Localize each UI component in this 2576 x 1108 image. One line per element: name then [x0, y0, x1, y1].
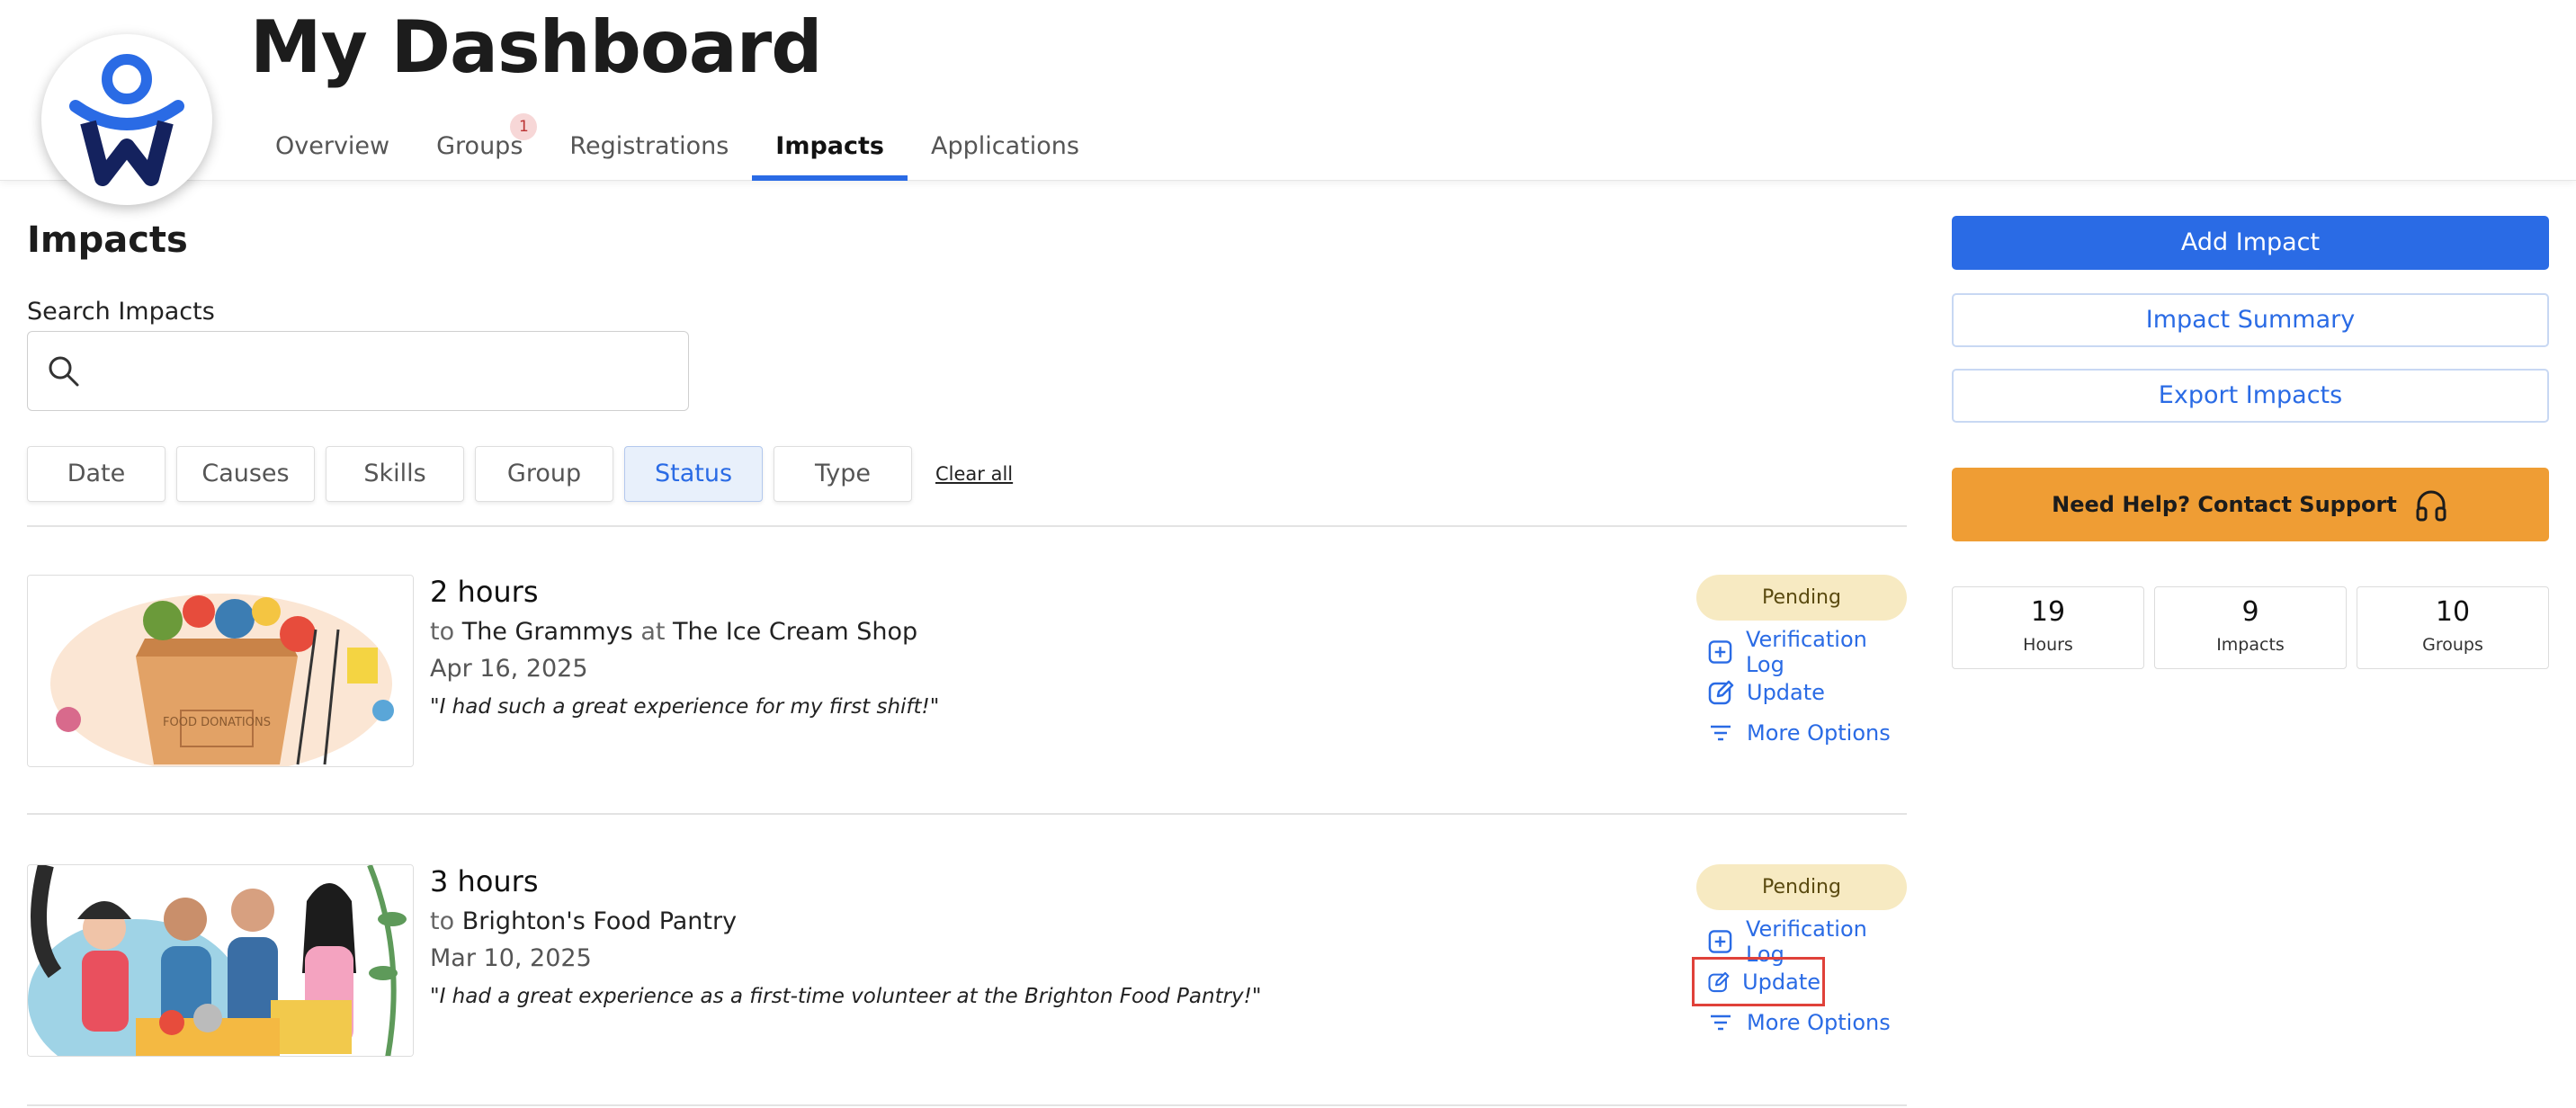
filter-status[interactable]: Status: [624, 446, 763, 502]
logo-mark-icon: [69, 54, 184, 186]
stat-value: 9: [2241, 596, 2259, 628]
at-prefix: at: [640, 618, 666, 646]
tab-label: Impacts: [775, 132, 885, 160]
filter-lines-icon: [1711, 1014, 1731, 1030]
impact-quote: "I had a great experience as a first-tim…: [430, 985, 1262, 1008]
action-label: Update: [1742, 969, 1820, 995]
impact-hours: 2 hours: [430, 575, 539, 609]
stat-value: 10: [2435, 596, 2471, 628]
update-button[interactable]: Update: [1696, 672, 1907, 712]
help-label: Need Help? Contact Support: [2052, 492, 2397, 517]
stat-groups: 10 Groups: [2357, 586, 2549, 669]
stat-value: 19: [2030, 596, 2066, 628]
action-label: Verification Log: [1745, 916, 1867, 967]
stat-impacts: 9 Impacts: [2154, 586, 2347, 669]
impact-actions: Pending Verification Log Update More Opt…: [1692, 864, 1907, 1042]
impact-details: 3 hours to Brighton's Food Pantry Mar 10…: [430, 864, 1261, 1008]
section-title: Impacts: [27, 219, 188, 261]
action-label: Verification Log: [1745, 626, 1867, 677]
header: My Dashboard Overview Groups 1 Registrati…: [0, 0, 2576, 181]
divider: [27, 813, 1907, 815]
tab-groups[interactable]: Groups 1: [413, 113, 546, 181]
impact-organization: to The Grammys at The Ice Cream Shop: [430, 618, 939, 646]
divider: [27, 1104, 1907, 1106]
more-options-button[interactable]: More Options: [1696, 712, 1907, 753]
update-button[interactable]: Update: [1692, 957, 1825, 1006]
search-box[interactable]: [27, 331, 689, 411]
impact-details: 2 hours to The Grammys at The Ice Cream …: [430, 575, 939, 719]
stat-label: Hours: [2023, 635, 2073, 655]
impact-card: 3 hours to Brighton's Food Pantry Mar 10…: [27, 864, 1907, 1057]
impact-hours: 3 hours: [430, 864, 539, 898]
app-logo[interactable]: [41, 34, 212, 205]
plus-square-icon: [1708, 929, 1732, 953]
location-name[interactable]: The Ice Cream Shop: [673, 618, 917, 646]
edit-icon: [1708, 971, 1730, 992]
filter-group[interactable]: Group: [475, 446, 613, 502]
tab-label: Overview: [275, 132, 390, 160]
impact-summary-button[interactable]: Impact Summary: [1952, 293, 2549, 347]
impact-image: [27, 864, 414, 1057]
action-label: More Options: [1747, 1009, 1891, 1035]
filter-causes[interactable]: Causes: [176, 446, 315, 502]
tab-overview[interactable]: Overview: [252, 117, 413, 181]
impact-card: FOOD DONATIONS 2 hours to The Grammys at…: [27, 575, 1907, 767]
to-prefix: to: [430, 907, 455, 935]
status-badge: Pending: [1696, 575, 1907, 621]
clear-all-link[interactable]: Clear all: [935, 446, 1013, 502]
page-title: My Dashboard: [250, 5, 822, 89]
dashboard-tabs: Overview Groups 1 Registrations Impacts A…: [252, 113, 1103, 181]
filter-type[interactable]: Type: [774, 446, 912, 502]
verification-log-button[interactable]: Verification Log: [1696, 916, 1907, 967]
tab-registrations[interactable]: Registrations: [546, 117, 752, 181]
filter-bar: Date Causes Skills Group Status Type Cle…: [27, 446, 1013, 502]
tab-label: Groups: [436, 132, 523, 160]
impact-stats: 19 Hours 9 Impacts 10 Groups: [1952, 586, 2549, 669]
contact-support-button[interactable]: Need Help? Contact Support: [1952, 468, 2549, 541]
org-name[interactable]: Brighton's Food Pantry: [462, 907, 737, 935]
export-impacts-button[interactable]: Export Impacts: [1952, 369, 2549, 423]
action-label: More Options: [1747, 719, 1891, 746]
search-input[interactable]: [91, 348, 666, 395]
plus-square-icon: [1708, 639, 1732, 664]
stat-hours: 19 Hours: [1952, 586, 2144, 669]
search-icon: [46, 353, 82, 393]
impact-quote: "I had such a great experience for my fi…: [430, 695, 940, 719]
headphones-icon: [2416, 490, 2446, 522]
org-name[interactable]: The Grammys: [462, 618, 633, 646]
divider: [27, 525, 1907, 527]
stat-label: Impacts: [2216, 635, 2285, 655]
more-options-button[interactable]: More Options: [1696, 1002, 1907, 1042]
impact-image: FOOD DONATIONS: [27, 575, 414, 767]
stat-label: Groups: [2422, 635, 2483, 655]
notification-badge: 1: [510, 113, 538, 140]
image-caption: FOOD DONATIONS: [163, 716, 271, 729]
action-label: Update: [1747, 679, 1825, 705]
edit-icon: [1708, 680, 1734, 704]
verification-log-button[interactable]: Verification Log: [1696, 627, 1907, 677]
search-label: Search Impacts: [27, 298, 215, 326]
tab-label: Registrations: [569, 132, 729, 160]
filter-skills[interactable]: Skills: [326, 446, 464, 502]
tab-impacts[interactable]: Impacts: [752, 117, 908, 181]
impact-organization: to Brighton's Food Pantry: [430, 907, 1261, 935]
filter-date[interactable]: Date: [27, 446, 165, 502]
add-impact-button[interactable]: Add Impact: [1952, 216, 2549, 270]
filter-lines-icon: [1711, 725, 1731, 740]
to-prefix: to: [430, 618, 455, 646]
impact-date: Mar 10, 2025: [430, 944, 592, 972]
status-badge: Pending: [1696, 864, 1907, 910]
impact-actions: Pending Verification Log Update More Opt…: [1696, 575, 1907, 753]
tab-applications[interactable]: Applications: [908, 117, 1103, 181]
impact-date: Apr 16, 2025: [430, 655, 588, 683]
tab-label: Applications: [931, 132, 1079, 160]
